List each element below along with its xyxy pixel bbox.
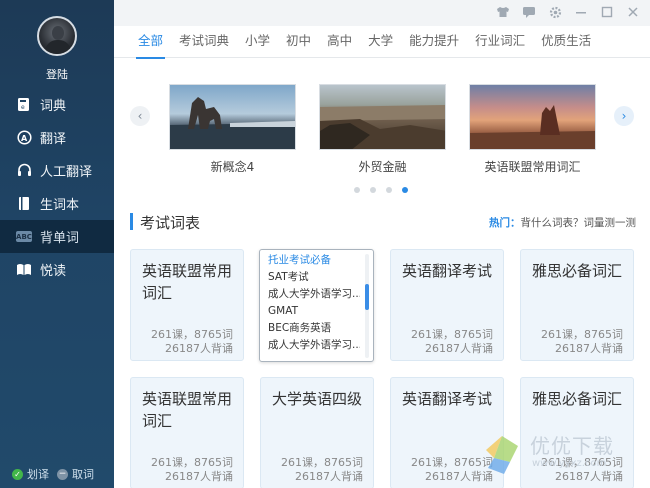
- abc-icon: ABC: [16, 231, 32, 242]
- tab-lifestyle[interactable]: 优质生活: [533, 26, 599, 58]
- carousel-dot[interactable]: [386, 187, 392, 193]
- dropdown-item[interactable]: 成人大学外语学习...: [260, 286, 360, 303]
- card-title: 雅思必备词汇: [532, 390, 623, 408]
- wordbook-icon: [16, 196, 32, 212]
- card-title: 英语联盟常用词汇: [142, 262, 233, 302]
- dropdown-item[interactable]: 成人大学外语学习...: [260, 337, 360, 354]
- sidebar-item-label: 背单词: [40, 231, 80, 246]
- wordlist-card[interactable]: 英语联盟常用词汇 261课，8765词 26187人背诵: [130, 377, 244, 488]
- close-icon[interactable]: [626, 5, 640, 19]
- card-title: 大学英语四级: [272, 390, 363, 408]
- dropdown-item[interactable]: SAT考试: [260, 269, 360, 286]
- wordlist-card[interactable]: 英语翻译考试 261课，8765词 26187人背诵: [390, 249, 504, 361]
- tab-junior[interactable]: 初中: [278, 26, 319, 58]
- carousel-slide[interactable]: 外贸金融: [319, 84, 446, 175]
- svg-text:A: A: [21, 134, 28, 143]
- dictionary-icon: e: [16, 97, 32, 113]
- card-learners: 26187人背诵: [555, 342, 623, 355]
- sidebar-item-reading[interactable]: 悦读: [0, 253, 114, 286]
- dropdown-item[interactable]: BEC商务英语: [260, 320, 360, 337]
- minus-icon: −: [57, 468, 68, 480]
- watermark-text: 优优下载: [530, 434, 614, 458]
- sidebar: 登陆 e 词典 A 翻译 人工翻译 生词本 ABC 背单词 悦读 ✓ 划译 − …: [0, 0, 114, 488]
- login-link[interactable]: 登陆: [0, 66, 114, 82]
- tab-exam-dict[interactable]: 考试词典: [171, 26, 237, 58]
- tab-college[interactable]: 大学: [360, 26, 401, 58]
- exam-list-dropdown[interactable]: 托业考试必备 SAT考试 成人大学外语学习... GMAT BEC商务英语 成人…: [259, 249, 374, 362]
- check-icon: ✓: [12, 468, 23, 480]
- dropdown-scrollbar-thumb[interactable]: [365, 284, 369, 310]
- headset-icon: [16, 163, 32, 179]
- sidebar-item-label: 翻译: [40, 132, 67, 147]
- carousel-prev-button[interactable]: ‹: [130, 106, 150, 126]
- slide-image: [469, 84, 596, 150]
- wordlist-card[interactable]: 英语联盟常用词汇 261课，8765词 26187人背诵: [130, 249, 244, 361]
- sidebar-bottom-bar: ✓ 划译 − 取词: [0, 460, 114, 488]
- skin-icon[interactable]: [496, 5, 510, 19]
- sidebar-item-dictionary[interactable]: e 词典: [0, 88, 114, 121]
- wordlist-card[interactable]: 雅思必备词汇 261课，8765词 26187人背诵: [520, 249, 634, 361]
- slide-caption: 英语联盟常用词汇: [484, 160, 581, 174]
- gear-icon[interactable]: [548, 5, 562, 19]
- tab-senior[interactable]: 高中: [319, 26, 360, 58]
- sidebar-item-wordbook[interactable]: 生词本: [0, 187, 114, 220]
- slide-image: [169, 84, 296, 150]
- card-title: 雅思必备词汇: [532, 262, 623, 280]
- section-header: 考试词表 热门：背什么词表？词量测一测: [130, 212, 636, 232]
- watermark-subtext: www.yyxz.com: [532, 458, 607, 469]
- chevron-right-icon: ›: [621, 109, 627, 123]
- avatar[interactable]: [37, 16, 77, 56]
- section-title: 考试词表: [140, 214, 201, 232]
- sidebar-item-human-translate[interactable]: 人工翻译: [0, 154, 114, 187]
- dropdown-item[interactable]: 托业考试必备: [260, 252, 360, 269]
- watermark: 优优下载 www.yyxz.com: [480, 428, 650, 488]
- card-title: 英语联盟常用词汇: [142, 390, 233, 430]
- card-learners: 26187人背诵: [425, 342, 493, 355]
- sidebar-item-recite[interactable]: ABC 背单词: [0, 220, 114, 253]
- book-open-icon: [16, 262, 32, 278]
- chevron-left-icon: ‹: [137, 109, 143, 123]
- tab-skill[interactable]: 能力提升: [401, 26, 467, 58]
- slide-caption: 外贸金融: [358, 160, 407, 174]
- title-bar: [114, 0, 650, 26]
- sidebar-item-label: 生词本: [40, 198, 80, 213]
- tab-primary[interactable]: 小学: [237, 26, 278, 58]
- card-learners: 26187人背诵: [165, 342, 233, 355]
- sidebar-item-label: 人工翻译: [40, 165, 93, 180]
- slide-caption: 新概念4: [210, 160, 255, 174]
- category-tabs: 全部 考试词典 小学 初中 高中 大学 能力提升 行业词汇 优质生活: [114, 26, 650, 59]
- dropdown-item[interactable]: GMAT: [260, 303, 360, 320]
- hot-link[interactable]: 热门：背什么词表？词量测一测: [489, 215, 636, 230]
- banner-carousel: ‹ 新概念4 外贸金融 英语联盟常用词汇 ›: [114, 58, 650, 206]
- sidebar-item-label: 悦读: [40, 264, 67, 279]
- carousel-dot-active[interactable]: [402, 187, 408, 193]
- carousel-next-button[interactable]: ›: [614, 106, 634, 126]
- word-fetch-toggle[interactable]: − 取词: [57, 466, 94, 482]
- sidebar-item-translate[interactable]: A 翻译: [0, 121, 114, 154]
- tab-all[interactable]: 全部: [130, 26, 171, 59]
- carousel-slide[interactable]: 新概念4: [169, 84, 296, 175]
- wordlist-card[interactable]: 大学英语四级 261课，8765词 26187人背诵: [260, 377, 374, 488]
- slide-image: [319, 84, 446, 150]
- tab-industry[interactable]: 行业词汇: [467, 26, 533, 58]
- minimize-icon[interactable]: [574, 5, 588, 19]
- sidebar-item-label: 词典: [40, 99, 67, 114]
- svg-text:e: e: [21, 104, 25, 111]
- translate-icon: A: [16, 130, 32, 146]
- carousel-dot[interactable]: [354, 187, 360, 193]
- card-learners: 26187人背诵: [165, 470, 233, 483]
- sidebar-nav: e 词典 A 翻译 人工翻译 生词本 ABC 背单词 悦读: [0, 88, 114, 286]
- word-translate-toggle[interactable]: ✓ 划译: [12, 466, 49, 482]
- card-title: 英语翻译考试: [402, 390, 493, 408]
- maximize-icon[interactable]: [600, 5, 614, 19]
- carousel-slide[interactable]: 英语联盟常用词汇: [469, 84, 596, 175]
- message-icon[interactable]: [522, 5, 536, 19]
- carousel-dots: [354, 187, 408, 193]
- card-learners: 26187人背诵: [295, 470, 363, 483]
- carousel-dot[interactable]: [370, 187, 376, 193]
- watermark-logo-icon: [486, 436, 518, 474]
- section-accent-bar: [130, 213, 133, 230]
- card-title: 英语翻译考试: [402, 262, 493, 280]
